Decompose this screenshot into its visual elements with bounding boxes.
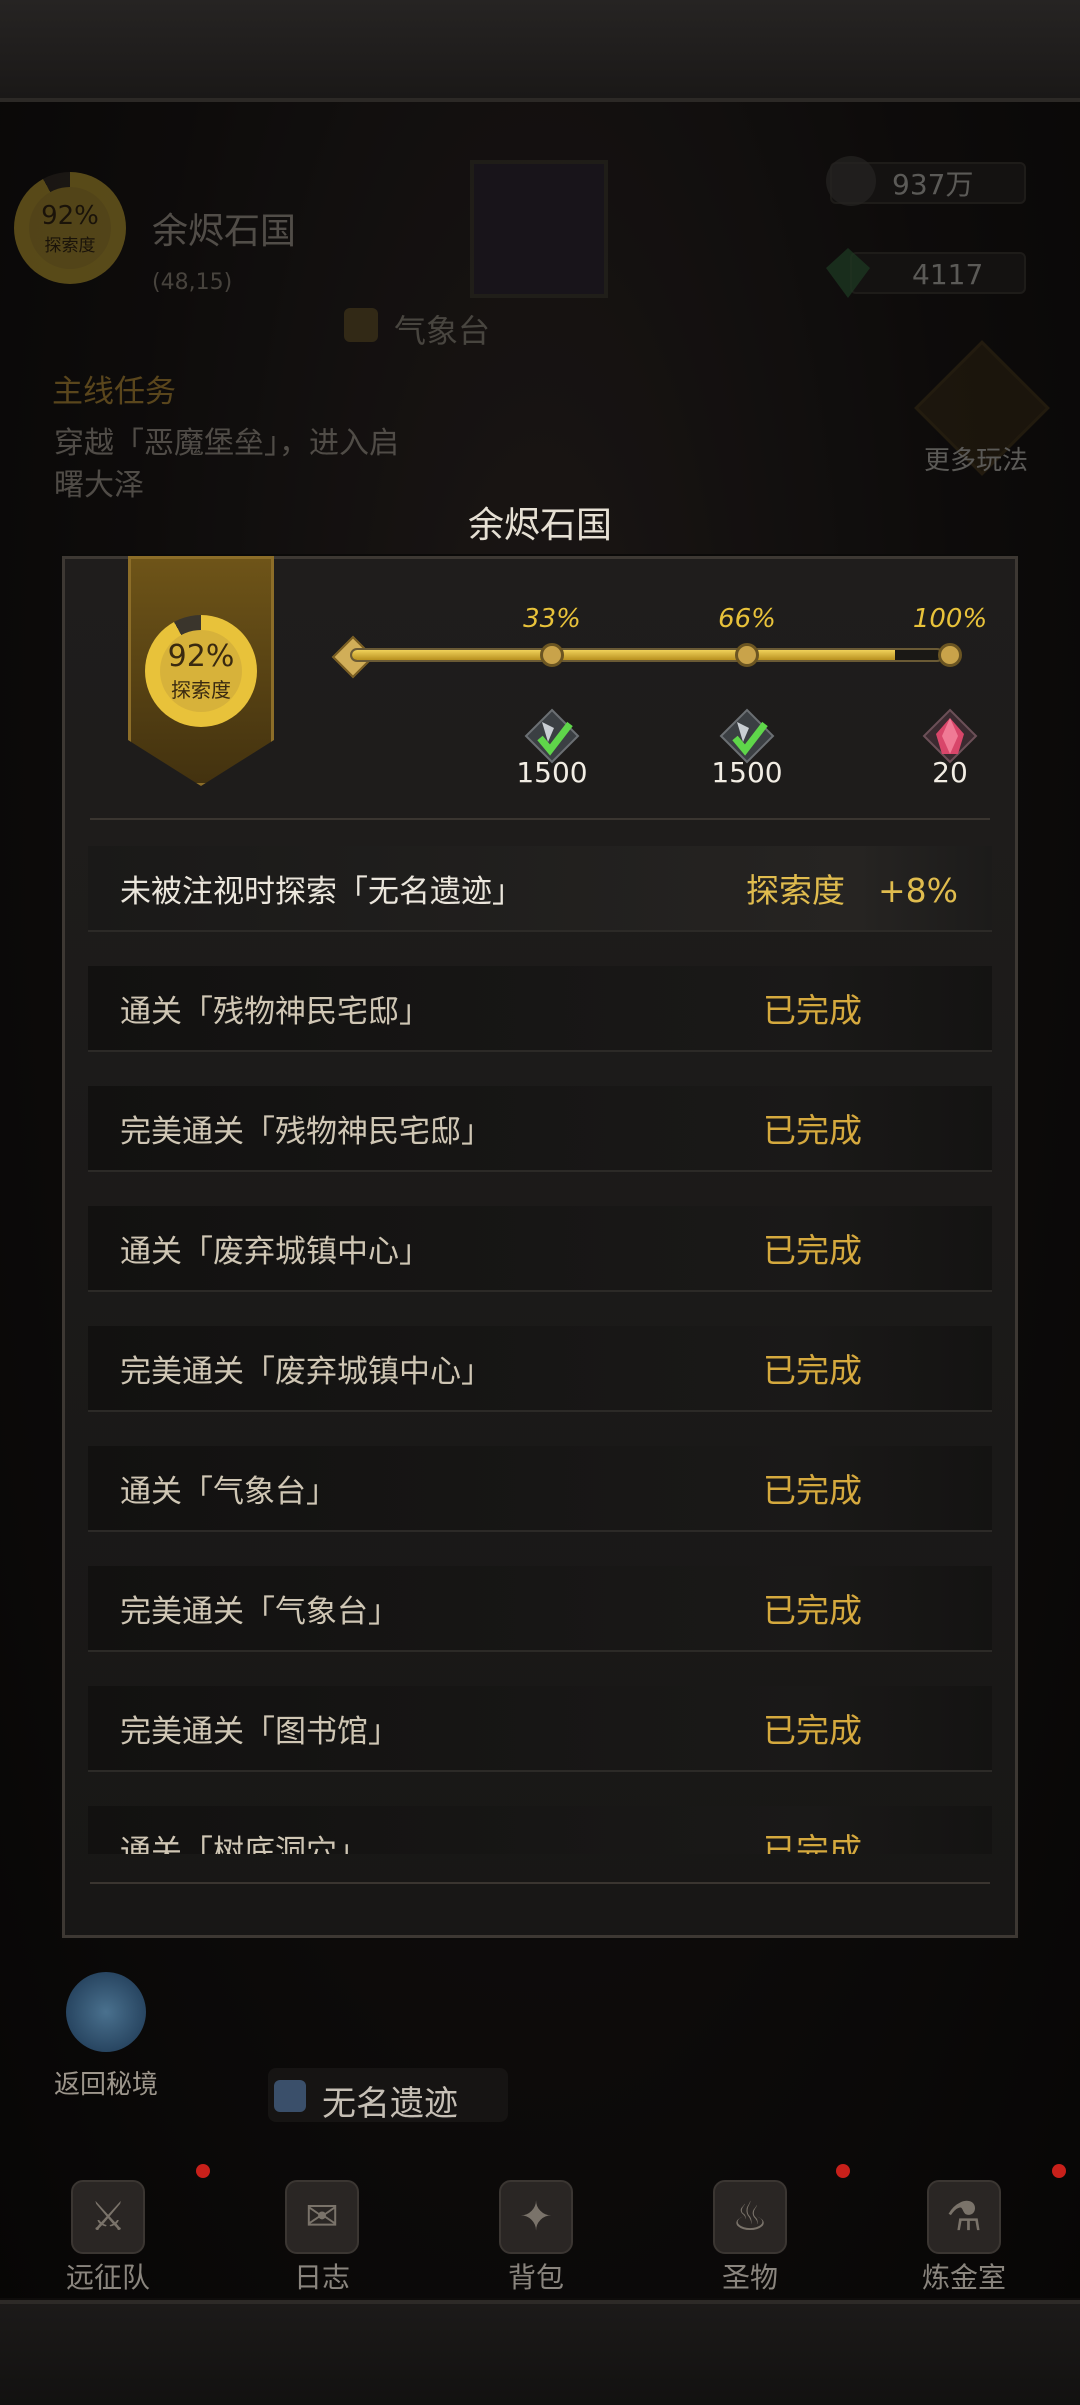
modal-gauge-percent: 92%: [167, 639, 235, 674]
milestone-node: [938, 643, 962, 667]
task-status: 已完成: [763, 991, 862, 1030]
modal-exploration-gauge: 92% 探索度: [145, 615, 257, 727]
task-status: 已完成: [763, 1471, 862, 1510]
task-label: 未被注视时探索「无名遗迹」: [120, 873, 523, 910]
return-label[interactable]: 返回秘境: [54, 2064, 158, 2101]
notification-dot: [836, 2164, 850, 2178]
task-row[interactable]: 通关「废弃城镇中心」 已完成: [88, 1206, 992, 1292]
task-row[interactable]: 通关「气象台」 已完成: [88, 1446, 992, 1532]
notification-dot: [196, 2164, 210, 2178]
modal-title: 余烬石国: [467, 505, 612, 546]
task-label: 完美通关「残物神民宅邸」: [120, 1113, 492, 1150]
nav-item-5[interactable]: ⚗ 炼金室: [874, 2172, 1054, 2300]
task-row[interactable]: 完美通关「图书馆」 已完成: [88, 1686, 992, 1772]
task-label: 通关「气象台」: [120, 1473, 337, 1510]
exploration-progress-fill: [352, 650, 895, 660]
nav-label: 圣物: [721, 2261, 778, 2294]
task-row[interactable]: 未被注视时探索「无名遗迹」 探索度 +8%: [88, 846, 992, 932]
task-status: 探索度 +8%: [746, 871, 959, 910]
map-scroll-icon: ✉: [285, 2180, 359, 2254]
task-label: 完美通关「图书馆」: [120, 1713, 399, 1750]
portal-icon[interactable]: [66, 1972, 146, 2052]
task-row[interactable]: 通关「残物神民宅邸」 已完成: [88, 966, 992, 1052]
nav-label: 远征队: [65, 2261, 150, 2294]
top-frame: [0, 0, 1080, 102]
task-row[interactable]: 完美通关「残物神民宅邸」 已完成: [88, 1086, 992, 1172]
milestone-node: [735, 643, 759, 667]
task-status: 已完成: [763, 1831, 862, 1854]
task-label: 通关「树底洞穴」: [120, 1833, 368, 1855]
exploration-progress-track: [350, 648, 944, 662]
nav-item-1[interactable]: ⚔ 远征队: [18, 2172, 198, 2300]
task-row[interactable]: 完美通关「废弃城镇中心」 已完成: [88, 1326, 992, 1412]
nav-item-2[interactable]: ✉ 日志: [232, 2172, 412, 2300]
milestone-percent: 33%: [523, 604, 581, 634]
modal-gauge-label: 探索度: [171, 678, 231, 702]
backpack-icon: ✦: [499, 2180, 573, 2254]
nav-label: 炼金室: [921, 2261, 1006, 2294]
top-divider: [90, 818, 990, 820]
helmet-icon: ⚔: [71, 2180, 145, 2254]
task-status: 已完成: [763, 1711, 862, 1750]
task-label: 通关「残物神民宅邸」: [120, 993, 430, 1030]
bottom-divider: [90, 1882, 990, 1884]
nav-item-4[interactable]: ♨ 圣物: [660, 2172, 840, 2300]
milestone-reward-amount: 1500: [516, 756, 588, 789]
task-label: 完美通关「气象台」: [120, 1593, 399, 1630]
task-label: 完美通关「废弃城镇中心」: [120, 1353, 492, 1390]
milestone-reward-amount: 1500: [711, 756, 783, 789]
milestone-percent: 100%: [912, 604, 988, 634]
notification-dot: [1052, 2164, 1066, 2178]
task-row[interactable]: 完美通关「气象台」 已完成: [88, 1566, 992, 1652]
task-status: 已完成: [763, 1351, 862, 1390]
alchemy-icon: ⚗: [927, 2180, 1001, 2254]
nav-item-3[interactable]: ✦ 背包: [446, 2172, 626, 2300]
task-status: 已完成: [763, 1231, 862, 1270]
milestone-percent: 66%: [718, 604, 776, 634]
nav-label: 背包: [507, 2261, 564, 2294]
milestone-node: [540, 643, 564, 667]
nav-label: 日志: [293, 2261, 350, 2294]
task-status: 已完成: [763, 1591, 862, 1630]
task-list[interactable]: 未被注视时探索「无名遗迹」 探索度 +8% 通关「残物神民宅邸」 已完成 完美通关「残物…: [88, 846, 992, 1854]
location-check-icon-2: [274, 2080, 306, 2112]
bottom-location: 无名遗迹: [322, 2084, 458, 2124]
task-status: 已完成: [763, 1111, 862, 1150]
torch-icon: ♨: [713, 2180, 787, 2254]
bottom-frame: [0, 2300, 1080, 2405]
task-label: 通关「废弃城镇中心」: [120, 1233, 430, 1270]
milestone-reward-amount: 20: [932, 756, 968, 789]
task-row[interactable]: 通关「树底洞穴」 已完成: [88, 1806, 992, 1854]
